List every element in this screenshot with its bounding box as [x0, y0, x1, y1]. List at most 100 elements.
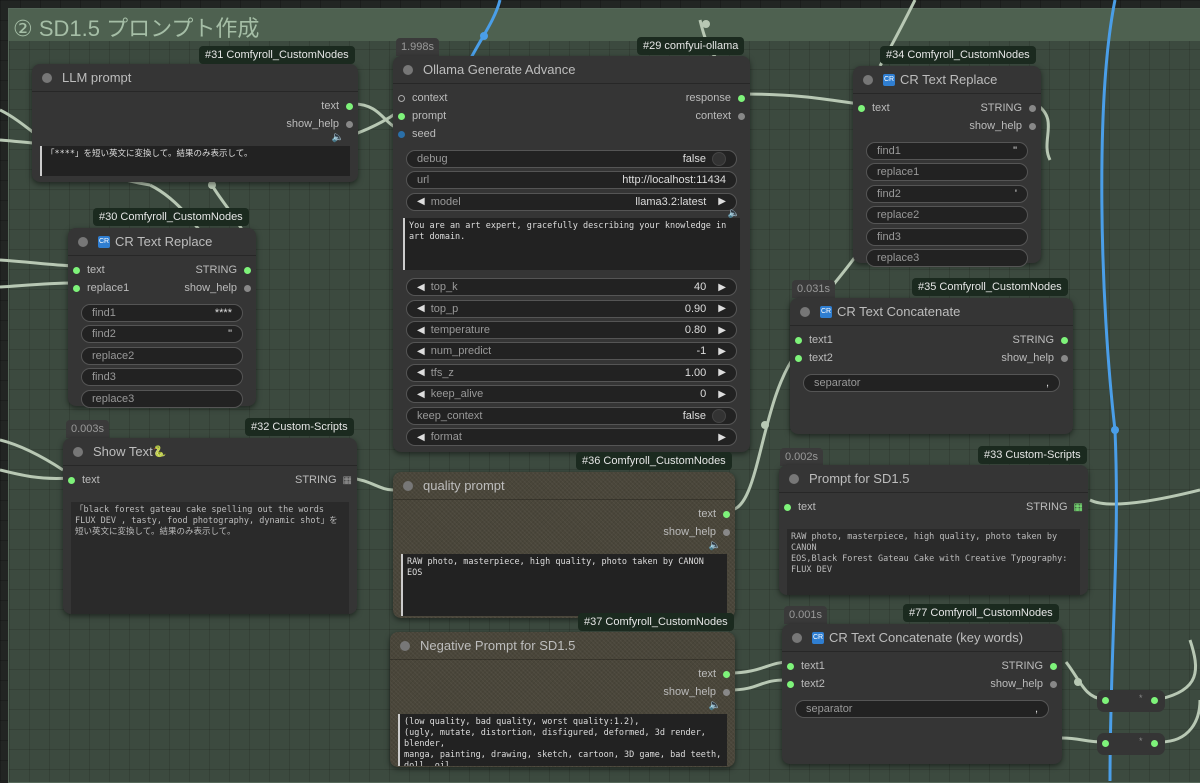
- widget-num-predict[interactable]: ◀ num_predict -1 ▶: [406, 342, 737, 361]
- list-output-icon[interactable]: ▦: [1074, 502, 1083, 513]
- output-slot-show_help[interactable]: show_help: [1001, 352, 1068, 364]
- increment-arrow-icon[interactable]: ▶: [718, 367, 726, 378]
- node-negative-prompt-for-sd1-5[interactable]: Negative Prompt for SD1.5 text show_help 🔈 (…: [390, 632, 735, 767]
- increment-arrow-icon[interactable]: ▶: [718, 325, 726, 336]
- link-midpoint-icon[interactable]: [702, 20, 710, 28]
- collapse-dot-icon[interactable]: [800, 306, 810, 317]
- reroute-output-dot-icon[interactable]: [1151, 697, 1158, 704]
- collapse-dot-icon[interactable]: [400, 640, 410, 651]
- link-midpoint-icon[interactable]: [208, 181, 216, 189]
- prompt-textarea[interactable]: 「****」を短い英文に変換して。結果のみ表示して。: [40, 146, 350, 176]
- speaker-icon[interactable]: 🔈: [332, 132, 344, 143]
- input-dot-icon[interactable]: [795, 354, 802, 362]
- node-prompt-for-sd1-5[interactable]: Prompt for SD1.5 text STRING ▦ RAW photo, ma…: [779, 465, 1088, 595]
- node-show-text[interactable]: Show Text 🐍 text STRING ▦ 「black forest gate…: [63, 438, 357, 614]
- prompt-textarea[interactable]: (low quality, bad quality, worst quality…: [398, 714, 727, 766]
- decrement-arrow-icon[interactable]: ◀: [417, 325, 425, 336]
- node-quality-prompt[interactable]: quality prompt text show_help 🔈 RAW photo, m…: [393, 472, 735, 618]
- collapse-dot-icon[interactable]: [863, 74, 873, 85]
- link-midpoint-icon[interactable]: [1074, 678, 1082, 686]
- collapse-dot-icon[interactable]: [792, 632, 802, 643]
- collapse-dot-icon[interactable]: [73, 446, 83, 457]
- decrement-arrow-icon[interactable]: ◀: [417, 346, 425, 357]
- output-slot-text[interactable]: text: [698, 508, 730, 520]
- decrement-arrow-icon[interactable]: ◀: [417, 432, 425, 443]
- output-dot-icon[interactable]: [723, 670, 730, 678]
- input-slot-text1[interactable]: text1: [795, 334, 833, 346]
- widget-replace3[interactable]: replace3: [866, 249, 1028, 267]
- prompt-textarea[interactable]: RAW photo, masterpiece, high quality, ph…: [401, 554, 727, 616]
- node-title-bar[interactable]: CR CR Text Concatenate (key words): [782, 624, 1062, 652]
- output-slot-text[interactable]: text: [321, 100, 353, 112]
- input-dot-icon[interactable]: [398, 130, 405, 138]
- widget-find1[interactable]: find1 ": [866, 142, 1028, 160]
- widget-replace2[interactable]: replace2: [866, 206, 1028, 225]
- output-dot-icon[interactable]: [346, 120, 353, 128]
- widget-find3[interactable]: find3: [81, 368, 243, 387]
- node-title-bar[interactable]: Show Text 🐍: [63, 438, 357, 466]
- node-title-bar[interactable]: CR CR Text Replace: [853, 66, 1041, 94]
- widget-top-p[interactable]: ◀ top_p 0.90 ▶: [406, 299, 737, 318]
- output-dot-icon[interactable]: [1050, 662, 1057, 670]
- input-slot-text[interactable]: text: [73, 264, 105, 276]
- output-dot-icon[interactable]: [738, 112, 745, 120]
- increment-arrow-icon[interactable]: ▶: [718, 303, 726, 314]
- collapse-dot-icon[interactable]: [42, 72, 52, 83]
- output-slot-show_help[interactable]: show_help: [663, 526, 730, 538]
- node-llm-prompt[interactable]: LLM prompt text show_help 🔈 「****」を短い英文に変換して…: [32, 64, 358, 182]
- widget-replace1[interactable]: replace1: [866, 163, 1028, 182]
- input-dot-icon[interactable]: [858, 104, 865, 112]
- output-slot-context[interactable]: context: [696, 110, 745, 122]
- output-slot-STRING[interactable]: STRING: [1012, 334, 1068, 346]
- output-slot-show_help[interactable]: show_help: [663, 686, 730, 698]
- output-slot-show_help[interactable]: show_help: [184, 282, 251, 294]
- widget-find3[interactable]: find3: [866, 227, 1028, 246]
- widget-tfs-z[interactable]: ◀ tfs_z 1.00 ▶: [406, 363, 737, 382]
- input-dot-icon[interactable]: [795, 336, 802, 344]
- input-slot-text2[interactable]: text2: [787, 678, 825, 690]
- output-dot-icon[interactable]: [1050, 680, 1057, 688]
- output-dot-icon[interactable]: [738, 94, 745, 102]
- system-prompt-textarea[interactable]: You are an art expert, gracefully descri…: [403, 218, 740, 271]
- output-dot-icon[interactable]: [723, 528, 730, 536]
- input-dot-icon[interactable]: [398, 94, 405, 102]
- input-slot-text2[interactable]: text2: [795, 352, 833, 364]
- link-midpoint-icon[interactable]: [480, 32, 488, 40]
- output-slot-STRING[interactable]: STRING: [195, 264, 251, 276]
- output-dot-icon[interactable]: [1029, 122, 1036, 130]
- node-title-bar[interactable]: Prompt for SD1.5: [779, 465, 1088, 493]
- input-slot-text1[interactable]: text1: [787, 660, 825, 672]
- input-dot-icon[interactable]: [398, 112, 405, 120]
- reroute-input-dot-icon[interactable]: [1102, 697, 1109, 704]
- link-midpoint-icon[interactable]: [1111, 426, 1119, 434]
- decrement-arrow-icon[interactable]: ◀: [417, 282, 425, 293]
- reroute-node[interactable]: *: [1097, 690, 1165, 712]
- widget-keep-context[interactable]: keep_context false: [406, 406, 737, 425]
- input-slot-replace1[interactable]: replace1: [73, 282, 129, 294]
- increment-arrow-icon[interactable]: ▶: [718, 282, 726, 293]
- input-slot-context[interactable]: context: [398, 92, 447, 104]
- output-slot-STRING[interactable]: STRING: [980, 102, 1036, 114]
- node-title-bar[interactable]: quality prompt: [393, 472, 735, 500]
- widget-replace3[interactable]: replace3: [81, 389, 243, 408]
- output-slot-show_help[interactable]: show_help: [969, 120, 1036, 132]
- output-dot-icon[interactable]: [244, 284, 251, 292]
- node-title-bar[interactable]: LLM prompt: [32, 64, 358, 92]
- widget-keep-alive[interactable]: ◀ keep_alive 0 ▶: [406, 385, 737, 404]
- output-dot-icon[interactable]: [346, 102, 353, 110]
- input-slot-text[interactable]: text: [784, 501, 816, 513]
- node-title-bar[interactable]: Negative Prompt for SD1.5: [390, 632, 735, 660]
- decrement-arrow-icon[interactable]: ◀: [417, 196, 425, 207]
- input-dot-icon[interactable]: [784, 503, 791, 511]
- output-slot-STRING[interactable]: STRING: [1001, 660, 1057, 672]
- node-title-bar[interactable]: Ollama Generate Advance: [393, 56, 750, 84]
- output-slot-text[interactable]: text: [698, 668, 730, 680]
- node-cr-text-concatenate[interactable]: CR CR Text Concatenate text1 STRING text2 sho…: [790, 298, 1073, 434]
- output-dot-icon[interactable]: [1061, 354, 1068, 362]
- output-slot-response[interactable]: response: [686, 92, 745, 104]
- input-slot-prompt[interactable]: prompt: [398, 110, 446, 122]
- output-dot-icon[interactable]: [1029, 104, 1036, 112]
- output-slot-STRING[interactable]: STRING ▦: [1026, 501, 1083, 513]
- reroute-output-dot-icon[interactable]: [1151, 740, 1158, 747]
- increment-arrow-icon[interactable]: ▶: [718, 432, 726, 443]
